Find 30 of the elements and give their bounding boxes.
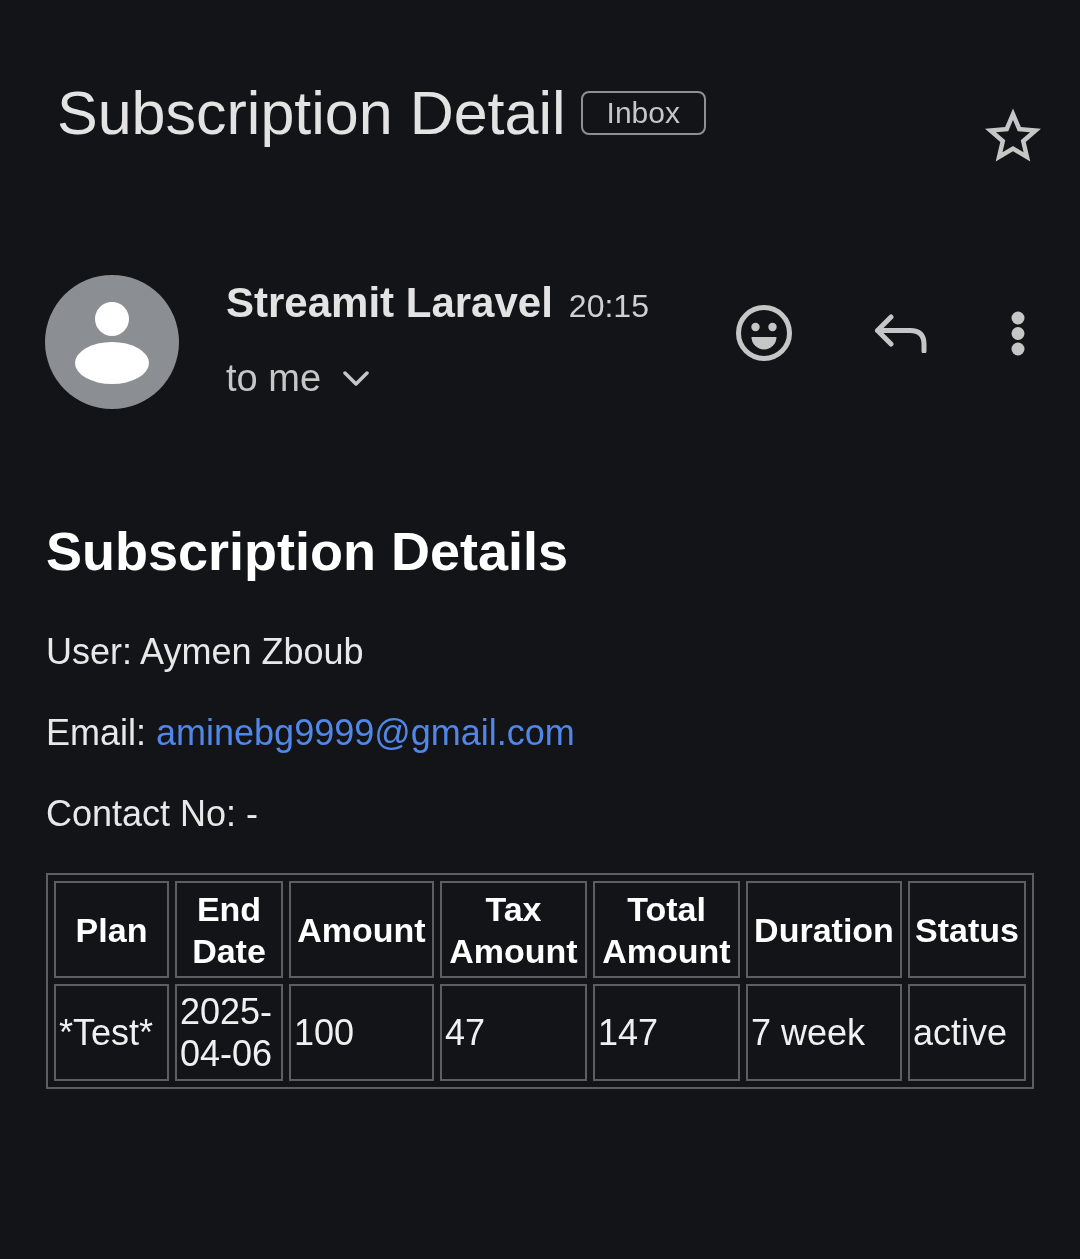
detail-line: User: Aymen Zboub xyxy=(46,630,365,674)
table-header-cell: Plan xyxy=(54,881,169,978)
table-cell: 47 xyxy=(440,984,587,1081)
table-header-cell: Amount xyxy=(289,881,434,978)
table-cell: 147 xyxy=(593,984,740,1081)
table-cell: *Test* xyxy=(54,984,169,1081)
email-subject: Subscription Detail xyxy=(57,78,566,149)
chevron-down-icon[interactable] xyxy=(343,370,370,386)
received-time: 20:15 xyxy=(568,288,649,325)
avatar-icon xyxy=(45,275,179,409)
table-header-cell: Duration xyxy=(746,881,902,978)
recipient-button[interactable]: to me xyxy=(226,355,370,401)
label-chip: Inbox xyxy=(580,91,706,135)
table-header-cell: Total Amount xyxy=(593,881,740,978)
sender-name: Streamit Laravel xyxy=(226,278,553,328)
star-icon[interactable] xyxy=(985,108,1041,162)
email-link[interactable]: aminebg9999@gmail.com xyxy=(156,712,575,753)
table-cell: 2025-04-06 xyxy=(175,984,283,1081)
detail-line: Contact No: - xyxy=(46,792,260,836)
table-cell: 100 xyxy=(289,984,434,1081)
section-heading: Subscription Details xyxy=(46,520,570,583)
reply-icon[interactable] xyxy=(874,313,928,353)
table-header-cell: Status xyxy=(908,881,1026,978)
table-header-cell: Tax Amount xyxy=(440,881,587,978)
table-header-cell: End Date xyxy=(175,881,283,978)
smiley-icon[interactable] xyxy=(736,305,792,361)
more-options-icon[interactable] xyxy=(1011,310,1025,356)
table-cell: 7 week xyxy=(746,984,902,1081)
detail-line: Email: aminebg9999@gmail.com xyxy=(46,711,576,755)
table-cell: active xyxy=(908,984,1026,1081)
